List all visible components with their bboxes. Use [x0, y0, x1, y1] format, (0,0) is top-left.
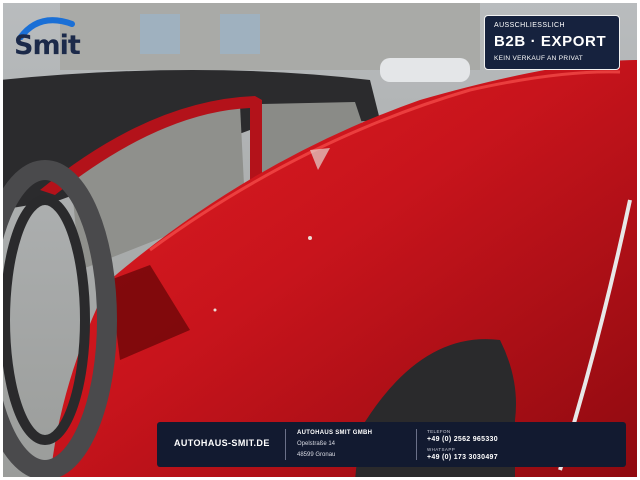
footer-divider	[416, 429, 417, 460]
contact-footer: AUTOHAUS-SMIT.DE AUTOHAUS SMIT GMBH Opel…	[157, 422, 626, 467]
company-name: AUTOHAUS SMIT GMBH	[297, 430, 373, 436]
website-link[interactable]: AUTOHAUS-SMIT.DE	[174, 438, 270, 448]
footer-divider	[285, 429, 286, 460]
whatsapp-label: WHATSAPP	[427, 447, 456, 452]
badge-top-text: AUSSCHLIESSLICH	[494, 22, 565, 29]
badge-main-text: B2B · EXPORT	[494, 33, 607, 50]
phone-number[interactable]: +49 (0) 2562 965330	[427, 436, 498, 443]
logo-wordmark: Smit	[14, 30, 81, 61]
smit-logo: Smit	[14, 10, 94, 66]
company-city: 48599 Gronau	[297, 452, 336, 458]
b2b-export-badge: AUSSCHLIESSLICH B2B · EXPORT KEIN VERKAU…	[484, 15, 620, 70]
badge-bottom-text: KEIN VERKAUF AN PRIVAT	[494, 55, 584, 62]
company-street: Opelstraße 14	[297, 441, 336, 447]
whatsapp-number[interactable]: +49 (0) 173 3030497	[427, 454, 498, 461]
car-photo	[0, 0, 640, 480]
phone-label: TELEFON	[427, 429, 451, 434]
